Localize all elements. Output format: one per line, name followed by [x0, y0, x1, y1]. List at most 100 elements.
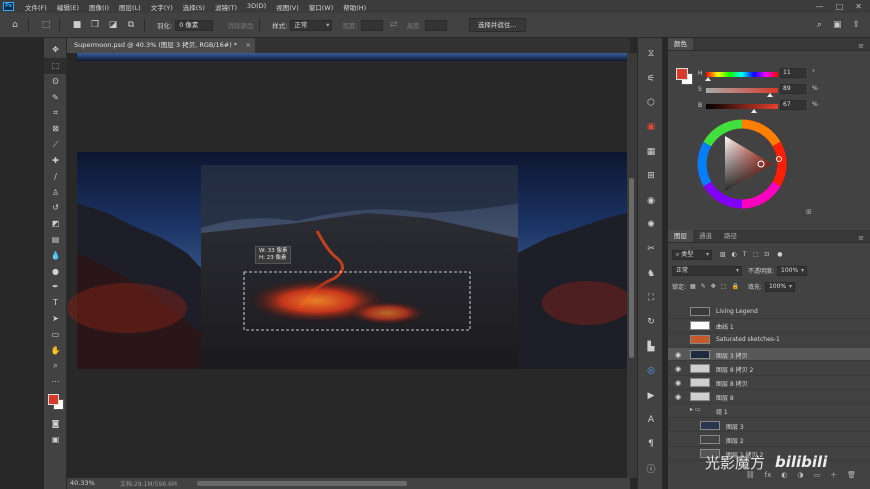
- tab-layers-panel[interactable]: 图层: [668, 230, 693, 242]
- color-wheel[interactable]: [696, 118, 788, 210]
- tool-presets-icon[interactable]: ✂: [638, 237, 664, 261]
- info-panel-icon[interactable]: ⓘ: [638, 457, 664, 481]
- eraser-tool-icon[interactable]: ◩: [44, 216, 67, 232]
- select-and-mask-button[interactable]: 选择并遮住...: [468, 18, 526, 32]
- canvas-artwork[interactable]: [67, 53, 627, 477]
- saturation-input[interactable]: 89: [780, 84, 806, 94]
- frame-tool-icon[interactable]: ⊠: [44, 121, 67, 137]
- antialias-checkbox[interactable]: 消除锯齿: [227, 20, 253, 30]
- layer-visibility-icon[interactable]: [675, 436, 683, 444]
- navigator-icon[interactable]: ⛶: [638, 286, 664, 310]
- layer-visibility-icon[interactable]: ◉: [675, 351, 683, 359]
- brightness-slider-thumb[interactable]: [751, 109, 758, 113]
- panel-menu-icon[interactable]: ≡: [858, 234, 870, 242]
- tab-color[interactable]: 颜色: [668, 38, 693, 50]
- layer-row[interactable]: 图层 3: [668, 419, 870, 433]
- blur-tool-icon[interactable]: 💧: [44, 247, 67, 263]
- layer-visibility-icon[interactable]: ◉: [675, 365, 683, 373]
- search-icon[interactable]: ⌕: [817, 20, 822, 30]
- intersect-selection-icon[interactable]: ⧉: [124, 18, 138, 32]
- gradient-tool-icon[interactable]: ▤: [44, 232, 67, 248]
- quick-selection-tool-icon[interactable]: ✎: [44, 89, 67, 105]
- crop-tool-icon[interactable]: ⌗: [44, 105, 67, 121]
- menu-item[interactable]: 窗口(W): [304, 2, 339, 12]
- move-tool-icon[interactable]: ✥: [44, 42, 67, 58]
- lasso-tool-icon[interactable]: ʘ: [44, 74, 67, 90]
- layer-visibility-icon[interactable]: ◉: [675, 393, 683, 401]
- dodge-tool-icon[interactable]: ●: [44, 263, 67, 279]
- lock-position-icon[interactable]: ✥: [711, 283, 716, 290]
- layer-row[interactable]: 曲线 1: [668, 319, 870, 333]
- rectangular-marquee-tool-icon[interactable]: ⬚: [44, 57, 67, 74]
- vertical-scrollbar[interactable]: [627, 53, 637, 478]
- layer-row[interactable]: ◉ 图层 8: [668, 390, 870, 404]
- menu-item[interactable]: 帮助(H): [338, 2, 371, 12]
- lock-all-icon[interactable]: 🔒: [731, 283, 738, 290]
- grid-panel-icon[interactable]: ⊞: [638, 164, 664, 188]
- brightness-slider[interactable]: [706, 104, 778, 109]
- plugin-icon[interactable]: ◎: [638, 359, 664, 383]
- panel-menu-icon[interactable]: ≡: [858, 42, 870, 50]
- rectangle-tool-icon[interactable]: ▭: [44, 326, 67, 342]
- menu-item[interactable]: 编辑(E): [52, 2, 84, 12]
- color-panel-foreground-swatch[interactable]: [676, 68, 688, 80]
- new-selection-icon[interactable]: ■: [70, 18, 84, 32]
- blend-mode-select[interactable]: 正常: [672, 265, 742, 276]
- canvas-area[interactable]: W: 33 像素 H: 23 像素: [67, 53, 627, 477]
- layer-visibility-icon[interactable]: [675, 407, 683, 415]
- path-selection-tool-icon[interactable]: ➤: [44, 311, 67, 327]
- eyedropper-tool-icon[interactable]: ⟋: [44, 137, 67, 153]
- layer-row[interactable]: ◉ 图层 8 拷贝 2: [668, 362, 870, 376]
- layer-row[interactable]: Saturated sketches-1: [668, 333, 870, 348]
- close-tab-icon[interactable]: ×: [246, 38, 251, 53]
- brush-tool-icon[interactable]: ∕: [44, 168, 67, 184]
- filter-pixel-icon[interactable]: ▨: [720, 251, 726, 258]
- zoom-tool-icon[interactable]: ⌕: [44, 358, 67, 374]
- swatches-panel-icon[interactable]: ▦: [638, 140, 664, 164]
- foreground-color-swatch[interactable]: [48, 393, 59, 405]
- layer-visibility-icon[interactable]: [675, 308, 683, 316]
- pen-tool-icon[interactable]: ✒: [44, 279, 67, 295]
- healing-brush-tool-icon[interactable]: ✚: [44, 153, 67, 169]
- tab-layers-panel[interactable]: 路径: [718, 230, 743, 242]
- saturation-slider-thumb[interactable]: [767, 93, 774, 97]
- zoom-level[interactable]: 40.33%: [70, 479, 95, 487]
- adjustments-panel-icon[interactable]: ⚟: [638, 66, 664, 90]
- screen-mode-icon[interactable]: ▣: [44, 431, 67, 447]
- menu-item[interactable]: 3D(D): [242, 2, 271, 12]
- hue-slider[interactable]: [706, 72, 778, 77]
- lock-artboard-icon[interactable]: ⬚: [721, 283, 727, 290]
- filter-toggle-icon[interactable]: ●: [777, 251, 782, 258]
- more-tools-icon[interactable]: ⋯: [44, 374, 67, 390]
- fill-input[interactable]: 100%: [764, 281, 795, 292]
- layer-row[interactable]: 图层 2: [668, 433, 870, 447]
- timeline-icon[interactable]: ↻: [638, 310, 664, 334]
- layer-row[interactable]: ◉ 图层 3 拷贝: [668, 347, 870, 362]
- menu-item[interactable]: 图像(I): [84, 2, 114, 12]
- menu-item[interactable]: 选择(S): [178, 2, 210, 12]
- layer-visibility-icon[interactable]: [675, 336, 683, 344]
- minimize-button[interactable]: —: [816, 2, 824, 11]
- style-select[interactable]: 正常: [290, 19, 333, 31]
- clone-source-icon[interactable]: ♞: [638, 262, 664, 286]
- close-button[interactable]: ✕: [855, 2, 862, 11]
- share-icon[interactable]: ⇪: [852, 20, 860, 30]
- height-input[interactable]: [424, 19, 447, 31]
- layer-visibility-icon[interactable]: [675, 450, 683, 458]
- hue-slider-thumb[interactable]: [705, 77, 712, 81]
- menu-item[interactable]: 文字(Y): [146, 2, 178, 12]
- add-to-selection-icon[interactable]: ❐: [88, 18, 102, 32]
- filter-adjustment-icon[interactable]: ◐: [732, 251, 737, 258]
- layer-visibility-icon[interactable]: [675, 422, 683, 430]
- layer-filter-select[interactable]: ⌕ 类型: [672, 249, 712, 260]
- measurement-icon[interactable]: ▙: [638, 335, 664, 359]
- lock-transparent-icon[interactable]: ▦: [690, 283, 696, 290]
- color-wheel-add-icon[interactable]: ⊞: [806, 208, 812, 216]
- history-brush-tool-icon[interactable]: ↺: [44, 200, 67, 216]
- marquee-tool-preset-icon[interactable]: ⬚: [39, 18, 53, 32]
- layer-visibility-icon[interactable]: [675, 322, 683, 330]
- width-input[interactable]: [360, 19, 383, 31]
- home-icon[interactable]: ⌂: [8, 18, 22, 32]
- workspace-icon[interactable]: ▣: [833, 20, 842, 30]
- document-tab[interactable]: Supermoon.psd @ 40.3% (图层 3 拷贝, RGB/16#)…: [67, 38, 255, 53]
